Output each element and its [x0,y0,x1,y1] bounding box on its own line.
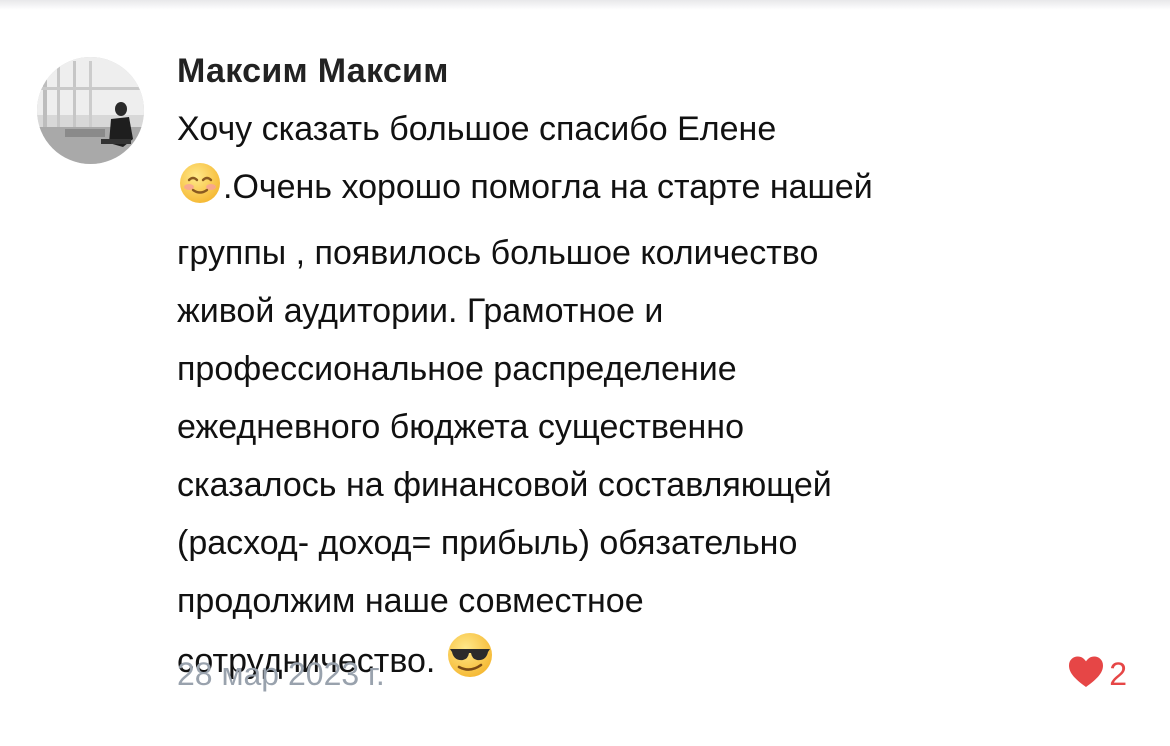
comment-text-line-with-emoji: .Очень хорошо помогла на старте нашей [177,158,1137,224]
comment-text-line: (расход- доход= прибыль) обязательно [177,524,798,562]
comment-text-line: Хочу сказать большое спасибо Елене [177,110,777,148]
comment-text-line: .Очень хорошо помогла на старте нашей [223,168,873,206]
comment: Максим Максим Хочу сказать большое спаси… [177,48,1137,698]
comment-text-line: продолжим наше совместное [177,582,644,620]
comment-text-line: группы , появилось большое количество [177,234,819,272]
heart-icon [1067,655,1105,694]
like-count: 2 [1109,656,1127,692]
comment-text-line: ежедневного бюджета существенно [177,408,744,446]
comment-text-line: сказалось на финансовой составляющей [177,466,832,504]
comment-text-line: профессиональное распределение [177,350,737,388]
avatar[interactable] [37,57,144,164]
comment-author[interactable]: Максим Максим [177,48,1137,94]
comment-text: Хочу сказать большое спасибо Елене .Очен… [177,100,1137,698]
comment-text-line: живой аудитории. Грамотное и [177,292,664,330]
comment-meta: 28 мар 2023 г. 2 [177,651,1127,697]
previous-item-edge [0,0,1170,10]
comment-date[interactable]: 28 мар 2023 г. [177,651,385,697]
like-button[interactable]: 2 [1067,651,1127,697]
smiling-blushing-face-icon [177,160,223,224]
